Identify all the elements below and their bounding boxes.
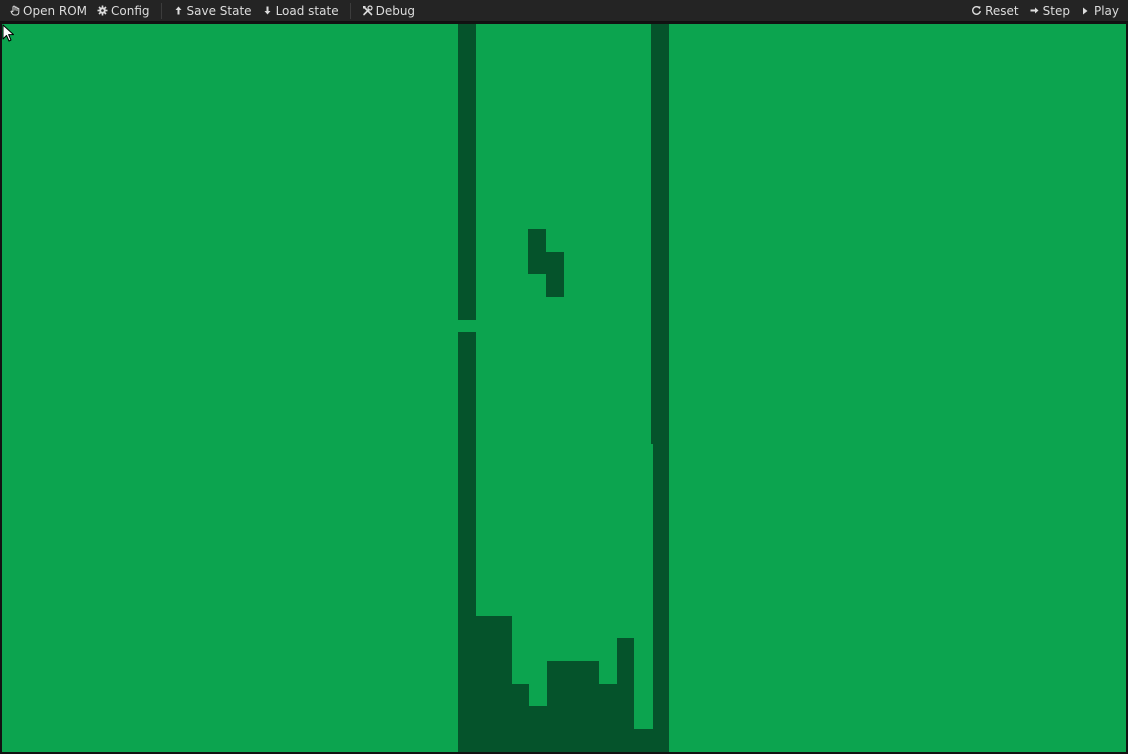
- config-label: Config: [111, 3, 150, 18]
- step-button[interactable]: Step: [1024, 0, 1075, 21]
- well-right-wall: [653, 444, 669, 752]
- open-rom-icon: [9, 5, 20, 16]
- play-label: Play: [1093, 3, 1119, 18]
- well-left-wall: [458, 332, 476, 752]
- play-button[interactable]: Play: [1075, 0, 1124, 21]
- play-icon: [1080, 5, 1091, 16]
- step-label: Step: [1042, 3, 1070, 18]
- arrow-right-icon: [1029, 5, 1040, 16]
- debug-label: Debug: [375, 3, 416, 18]
- debug-button[interactable]: Debug: [357, 0, 420, 21]
- game-canvas: [458, 24, 669, 752]
- stack-block: [476, 616, 512, 752]
- save-state-label: Save State: [186, 3, 252, 18]
- falling-piece-block: [528, 229, 546, 274]
- stack-block: [617, 638, 634, 752]
- stack-block: [599, 684, 617, 752]
- mouse-cursor-icon: [2, 24, 14, 42]
- well-right-wall: [651, 24, 669, 444]
- falling-piece-block: [546, 252, 564, 297]
- open-rom-button[interactable]: Open ROM: [4, 0, 92, 21]
- toolbar-right: Reset Step Play: [966, 0, 1128, 21]
- tools-icon: [362, 5, 373, 16]
- reset-icon: [971, 5, 982, 16]
- save-state-button[interactable]: Save State: [168, 0, 257, 21]
- load-state-label: Load state: [275, 3, 339, 18]
- emulator-window: Open ROM Config Save State Load state Debug …: [0, 0, 1128, 754]
- stack-block: [547, 661, 599, 752]
- game-screen[interactable]: [2, 24, 1126, 752]
- arrow-down-icon: [262, 5, 273, 16]
- well-left-wall: [458, 24, 476, 320]
- reset-label: Reset: [985, 3, 1019, 18]
- gear-icon: [97, 5, 108, 16]
- toolbar-left: Open ROM Config Save State Load state Debug: [0, 0, 420, 21]
- arrow-up-icon: [173, 5, 184, 16]
- reset-button[interactable]: Reset: [966, 0, 1024, 21]
- stack-block: [529, 706, 547, 752]
- toolbar-separator: [160, 2, 162, 19]
- stack-block: [512, 684, 529, 752]
- stack-block: [634, 729, 653, 752]
- load-state-button[interactable]: Load state: [257, 0, 344, 21]
- toolbar-separator: [349, 2, 351, 19]
- open-rom-label: Open ROM: [23, 3, 88, 18]
- toolbar: Open ROM Config Save State Load state Debug …: [0, 0, 1128, 22]
- config-button[interactable]: Config: [92, 0, 155, 21]
